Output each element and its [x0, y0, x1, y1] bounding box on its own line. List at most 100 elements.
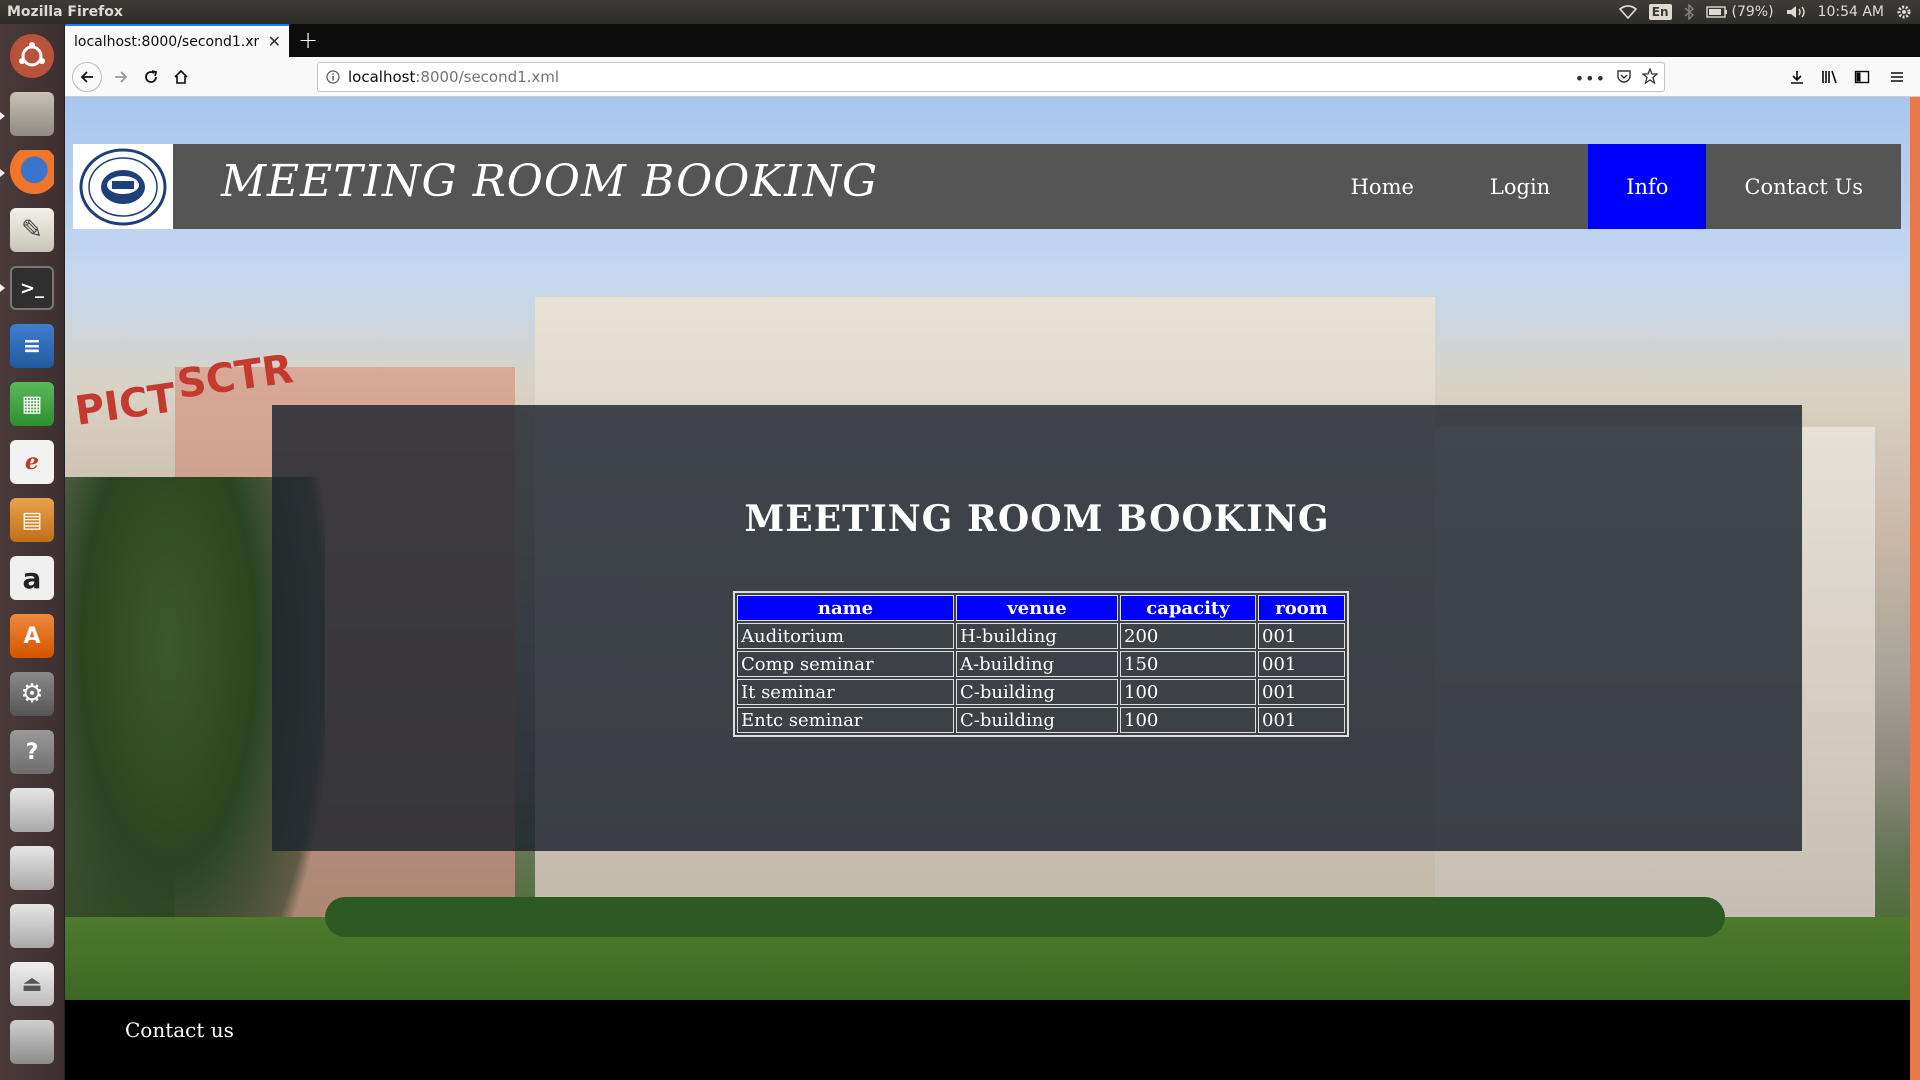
- launcher-drive-2[interactable]: [6, 842, 58, 894]
- wifi-icon[interactable]: [1618, 5, 1637, 19]
- keyboard-layout-indicator[interactable]: En: [1648, 4, 1672, 20]
- running-indicator: [0, 112, 5, 120]
- home-icon: [174, 69, 188, 84]
- pocket-icon[interactable]: [1616, 68, 1632, 88]
- download-icon: [1791, 71, 1803, 84]
- launcher-system-settings[interactable]: ⚙: [6, 668, 58, 720]
- hamburger-menu-icon: [1891, 72, 1903, 82]
- libreoffice-writer-icon: ≡: [10, 324, 54, 368]
- clock[interactable]: 10:54 AM: [1818, 4, 1884, 20]
- cell-name: Auditorium: [737, 623, 954, 649]
- new-tab-icon[interactable]: +: [298, 26, 318, 54]
- browser-tab-bar: localhost:8000/second1.xml ✕ +: [65, 24, 1920, 57]
- cell-capacity: 100: [1120, 707, 1256, 733]
- window-title: Mozilla Firefox: [7, 4, 123, 20]
- page-scroll-edge: [1910, 97, 1920, 1080]
- launcher-software-center[interactable]: A: [6, 610, 58, 662]
- software-center-icon: A: [10, 614, 54, 658]
- file-manager-icon: [10, 92, 54, 136]
- cell-name: Entc seminar: [737, 707, 954, 733]
- usb-drive-icon: ⏏: [10, 962, 54, 1006]
- table-row: Entc seminar C-building 100 001: [737, 707, 1345, 733]
- launcher-drive-3[interactable]: [6, 900, 58, 952]
- sidebar-button[interactable]: [1850, 65, 1874, 89]
- battery-percent: (79%): [1731, 4, 1774, 20]
- volume-icon[interactable]: [1786, 5, 1806, 19]
- cell-room: 001: [1258, 679, 1345, 705]
- back-button[interactable]: [72, 62, 102, 92]
- drive-icon: [10, 904, 54, 948]
- main-nav: Home Login Info Contact Us: [1313, 144, 1901, 229]
- library-button[interactable]: [1818, 65, 1842, 89]
- drive-icon: [10, 846, 54, 890]
- menu-button[interactable]: [1885, 65, 1909, 89]
- system-tray: En (79%) 10:54 AM: [1618, 0, 1920, 24]
- column-header-room: room: [1258, 595, 1345, 621]
- content-panel: MEETING ROOM BOOKING name venue capacity…: [272, 405, 1802, 851]
- forward-button[interactable]: [109, 65, 133, 89]
- firefox-icon: [10, 150, 54, 194]
- forward-arrow-icon: [115, 71, 128, 83]
- library-icon: [1822, 70, 1837, 84]
- launcher-trash[interactable]: [6, 1016, 58, 1068]
- cell-capacity: 200: [1120, 623, 1256, 649]
- cell-name: Comp seminar: [737, 651, 954, 677]
- close-tab-icon[interactable]: ✕: [268, 32, 281, 51]
- trash-icon: [10, 1020, 54, 1064]
- address-bar[interactable]: localhost:8000/second1.xml •••: [317, 62, 1665, 92]
- column-header-venue: venue: [956, 595, 1118, 621]
- document-viewer-icon: ℯ: [10, 440, 54, 484]
- battery-icon: [1705, 6, 1727, 18]
- nav-contact-us-link[interactable]: Contact Us: [1706, 144, 1901, 229]
- back-arrow-icon: [80, 71, 93, 83]
- nav-login-link[interactable]: Login: [1452, 144, 1588, 229]
- bluetooth-icon[interactable]: [1684, 4, 1694, 20]
- launcher-calc[interactable]: ▦: [6, 378, 58, 430]
- downloads-button[interactable]: [1785, 65, 1809, 89]
- launcher-usb-drive[interactable]: ⏏: [6, 958, 58, 1010]
- amazon-icon: a: [10, 556, 54, 600]
- bookmark-star-icon[interactable]: [1641, 67, 1659, 88]
- table-header-row: name venue capacity room: [737, 595, 1345, 621]
- launcher-writer[interactable]: ≡: [6, 320, 58, 372]
- cell-room: 001: [1258, 707, 1345, 733]
- reload-button[interactable]: [139, 65, 163, 89]
- rooms-table: name venue capacity room Auditorium H-bu…: [733, 591, 1349, 737]
- cell-room: 001: [1258, 623, 1345, 649]
- cell-capacity: 150: [1120, 651, 1256, 677]
- browser-tab[interactable]: localhost:8000/second1.xml ✕: [65, 24, 289, 57]
- cell-venue: C-building: [956, 707, 1118, 733]
- battery-indicator[interactable]: (79%): [1705, 4, 1774, 20]
- launcher-terminal[interactable]: >_: [6, 262, 58, 314]
- help-icon: ?: [10, 730, 54, 774]
- launcher-firefox[interactable]: [6, 146, 58, 198]
- running-indicator: [0, 284, 5, 292]
- home-button[interactable]: [169, 65, 193, 89]
- launcher-text-editor[interactable]: ✎: [6, 204, 58, 256]
- sidebar-icon: [1854, 70, 1870, 84]
- terminal-icon: >_: [10, 266, 54, 310]
- launcher-drive-1[interactable]: [6, 784, 58, 836]
- pict-logo: [73, 144, 173, 229]
- page-actions-icon[interactable]: •••: [1575, 69, 1606, 88]
- drive-icon: [10, 788, 54, 832]
- nav-info-link[interactable]: Info: [1588, 144, 1707, 229]
- text-editor-icon: ✎: [10, 208, 54, 252]
- launcher-document-viewer[interactable]: ℯ: [6, 436, 58, 488]
- nav-home-link[interactable]: Home: [1313, 144, 1452, 229]
- launcher-amazon[interactable]: a: [6, 552, 58, 604]
- site-info-icon[interactable]: [318, 70, 348, 84]
- footer-contact-us-link[interactable]: Contact us: [125, 1018, 234, 1042]
- cell-capacity: 100: [1120, 679, 1256, 705]
- libreoffice-calc-icon: ▦: [10, 382, 54, 426]
- launcher-impress[interactable]: ▤: [6, 494, 58, 546]
- launcher-help[interactable]: ?: [6, 726, 58, 778]
- launcher-dash-button[interactable]: [6, 30, 58, 82]
- settings-gear-icon[interactable]: [1896, 4, 1912, 20]
- panel-title: MEETING ROOM BOOKING: [744, 498, 1330, 540]
- cell-name: It seminar: [737, 679, 954, 705]
- cell-room: 001: [1258, 651, 1345, 677]
- launcher-files[interactable]: [6, 88, 58, 140]
- system-top-bar: Mozilla Firefox En (79%) 10:54 AM: [0, 0, 1920, 24]
- running-indicator: [0, 169, 5, 177]
